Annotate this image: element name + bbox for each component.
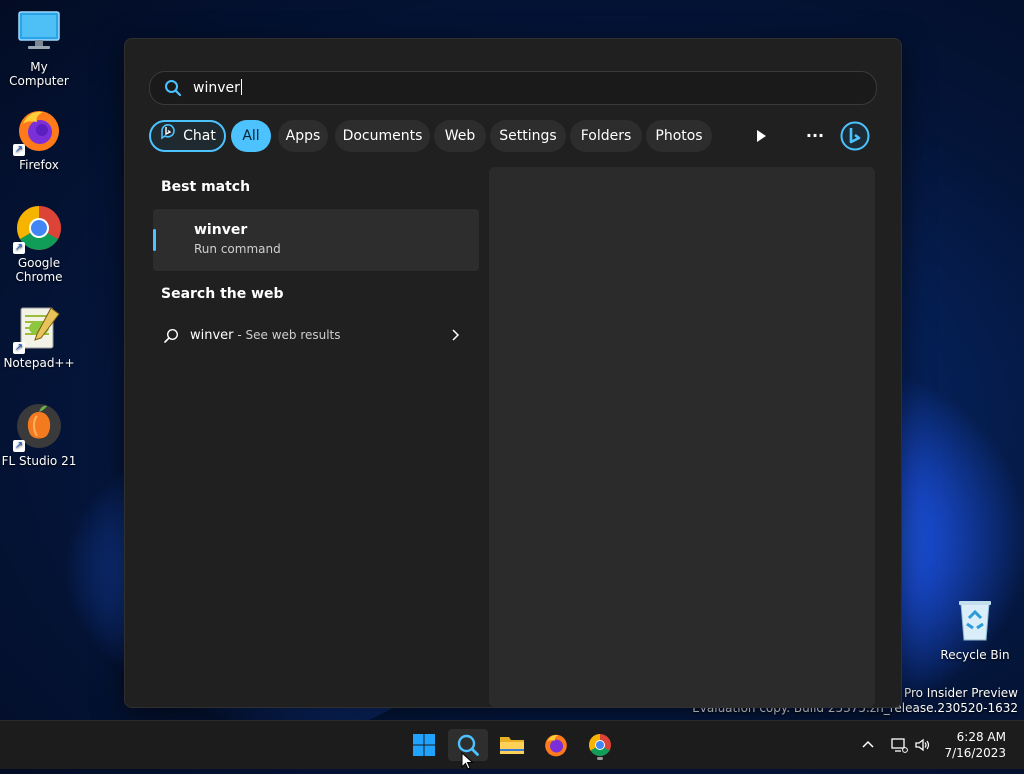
desktop-icon-fl-studio[interactable]: ↗ FL Studio 21 [1,402,77,468]
web-suffix: - See web results [233,328,341,342]
desktop-icon-label: Notepad++ [3,356,75,370]
taskbar-file-explorer[interactable] [492,729,532,761]
filter-apps[interactable]: Apps [278,120,328,152]
start-icon [413,734,435,756]
search-panel: winver Chat All Apps Documents Web Setti… [124,38,902,708]
more-options-button[interactable]: ··· [803,124,827,148]
filter-folders[interactable]: Folders [570,120,642,152]
chrome-icon: ↗ [13,204,63,254]
filter-all[interactable]: All [231,120,271,152]
notepad-plus-plus-icon: ↗ [13,304,63,354]
shortcut-arrow-icon: ↗ [13,144,25,156]
desktop-icon-recycle-bin[interactable]: Recycle Bin [937,596,1013,662]
best-match-name: winver [194,222,248,238]
chevron-up-icon[interactable] [860,737,876,757]
filter-photos[interactable]: Photos [646,120,712,152]
chevron-right-icon[interactable] [447,327,463,347]
file-explorer-icon [500,737,524,754]
web-query: winver [190,328,234,343]
desktop-icon-chrome[interactable]: ↗ Google Chrome [1,204,77,284]
running-indicator [597,757,603,760]
search-icon [163,328,179,348]
computer-icon [15,8,63,56]
network-icon[interactable] [890,736,908,758]
desktop-icon-label: Recycle Bin [940,648,1010,662]
taskbar-clock[interactable]: 6:28 AM 7/16/2023 [944,729,1006,761]
taskbar-chrome[interactable] [580,729,620,761]
selection-indicator [153,229,156,251]
firefox-icon: ↗ [13,106,63,156]
bing-button[interactable] [839,120,871,152]
best-match-type: Run command [194,242,281,256]
recycle-bin-icon [951,596,999,644]
chrome-icon [589,734,611,756]
desktop-icon-label: FL Studio 21 [1,454,77,468]
clock-date: 7/16/2023 [944,746,1006,760]
search-web-heading: Search the web [161,286,284,302]
best-match-item[interactable]: winver Run command [153,209,479,271]
search-icon [164,79,182,101]
desktop-icon-notepad-plus-plus[interactable]: ↗ Notepad++ [1,304,77,370]
desktop-icon-firefox[interactable]: ↗ Firefox [1,106,77,172]
firefox-icon [545,734,567,757]
text-caret [240,79,242,95]
filter-label: Chat [183,128,216,144]
volume-icon[interactable] [914,736,932,758]
bing-chat-icon [159,122,177,150]
fl-studio-icon: ↗ [13,402,63,452]
best-match-heading: Best match [161,179,251,195]
start-button[interactable] [404,729,444,761]
taskbar: 6:28 AM 7/16/2023 [0,720,1024,769]
clock-time: 6:28 AM [956,730,1006,744]
web-result-item[interactable]: winver - See web results [153,319,479,353]
preview-pane [489,167,875,707]
desktop-icon-label: Firefox [19,158,59,172]
shortcut-arrow-icon: ↗ [13,242,25,254]
search-query-text: winver [193,80,240,96]
filter-documents[interactable]: Documents [335,120,430,152]
bing-icon [840,121,870,151]
more-filters-button[interactable] [749,124,773,148]
filter-web[interactable]: Web [434,120,486,152]
desktop-icon-label: Google Chrome [15,256,63,284]
shortcut-arrow-icon: ↗ [13,342,25,354]
shortcut-arrow-icon: ↗ [13,440,25,452]
mouse-cursor-icon [461,751,475,774]
search-input[interactable]: winver [149,71,877,105]
filter-settings[interactable]: Settings [490,120,566,152]
play-arrow-icon [757,130,766,142]
desktop-icon-my-computer[interactable]: My Computer [1,8,77,88]
desktop-icon-label: My Computer [9,60,69,88]
filter-chat[interactable]: Chat [149,120,226,152]
taskbar-firefox[interactable] [536,729,576,761]
